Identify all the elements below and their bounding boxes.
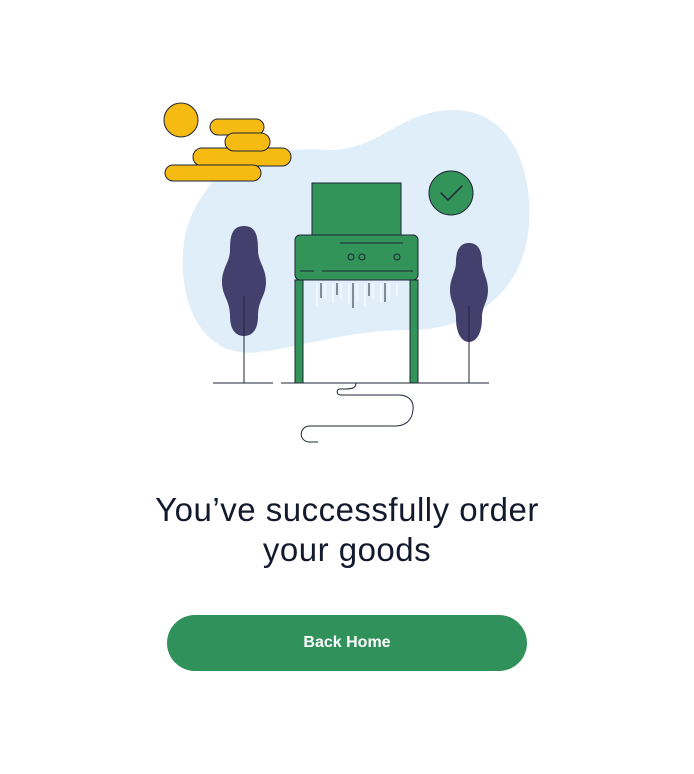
success-message-line-1: You’ve successfully order [155,491,539,528]
sun-icon [163,102,199,138]
power-cord [300,382,414,443]
shredder-illustration [163,102,530,443]
check-icon [428,170,474,216]
success-message-line-2: your goods [262,531,432,568]
success-message: You’ve successfully order your goods [0,490,694,570]
back-home-button[interactable]: Back Home [167,615,527,671]
